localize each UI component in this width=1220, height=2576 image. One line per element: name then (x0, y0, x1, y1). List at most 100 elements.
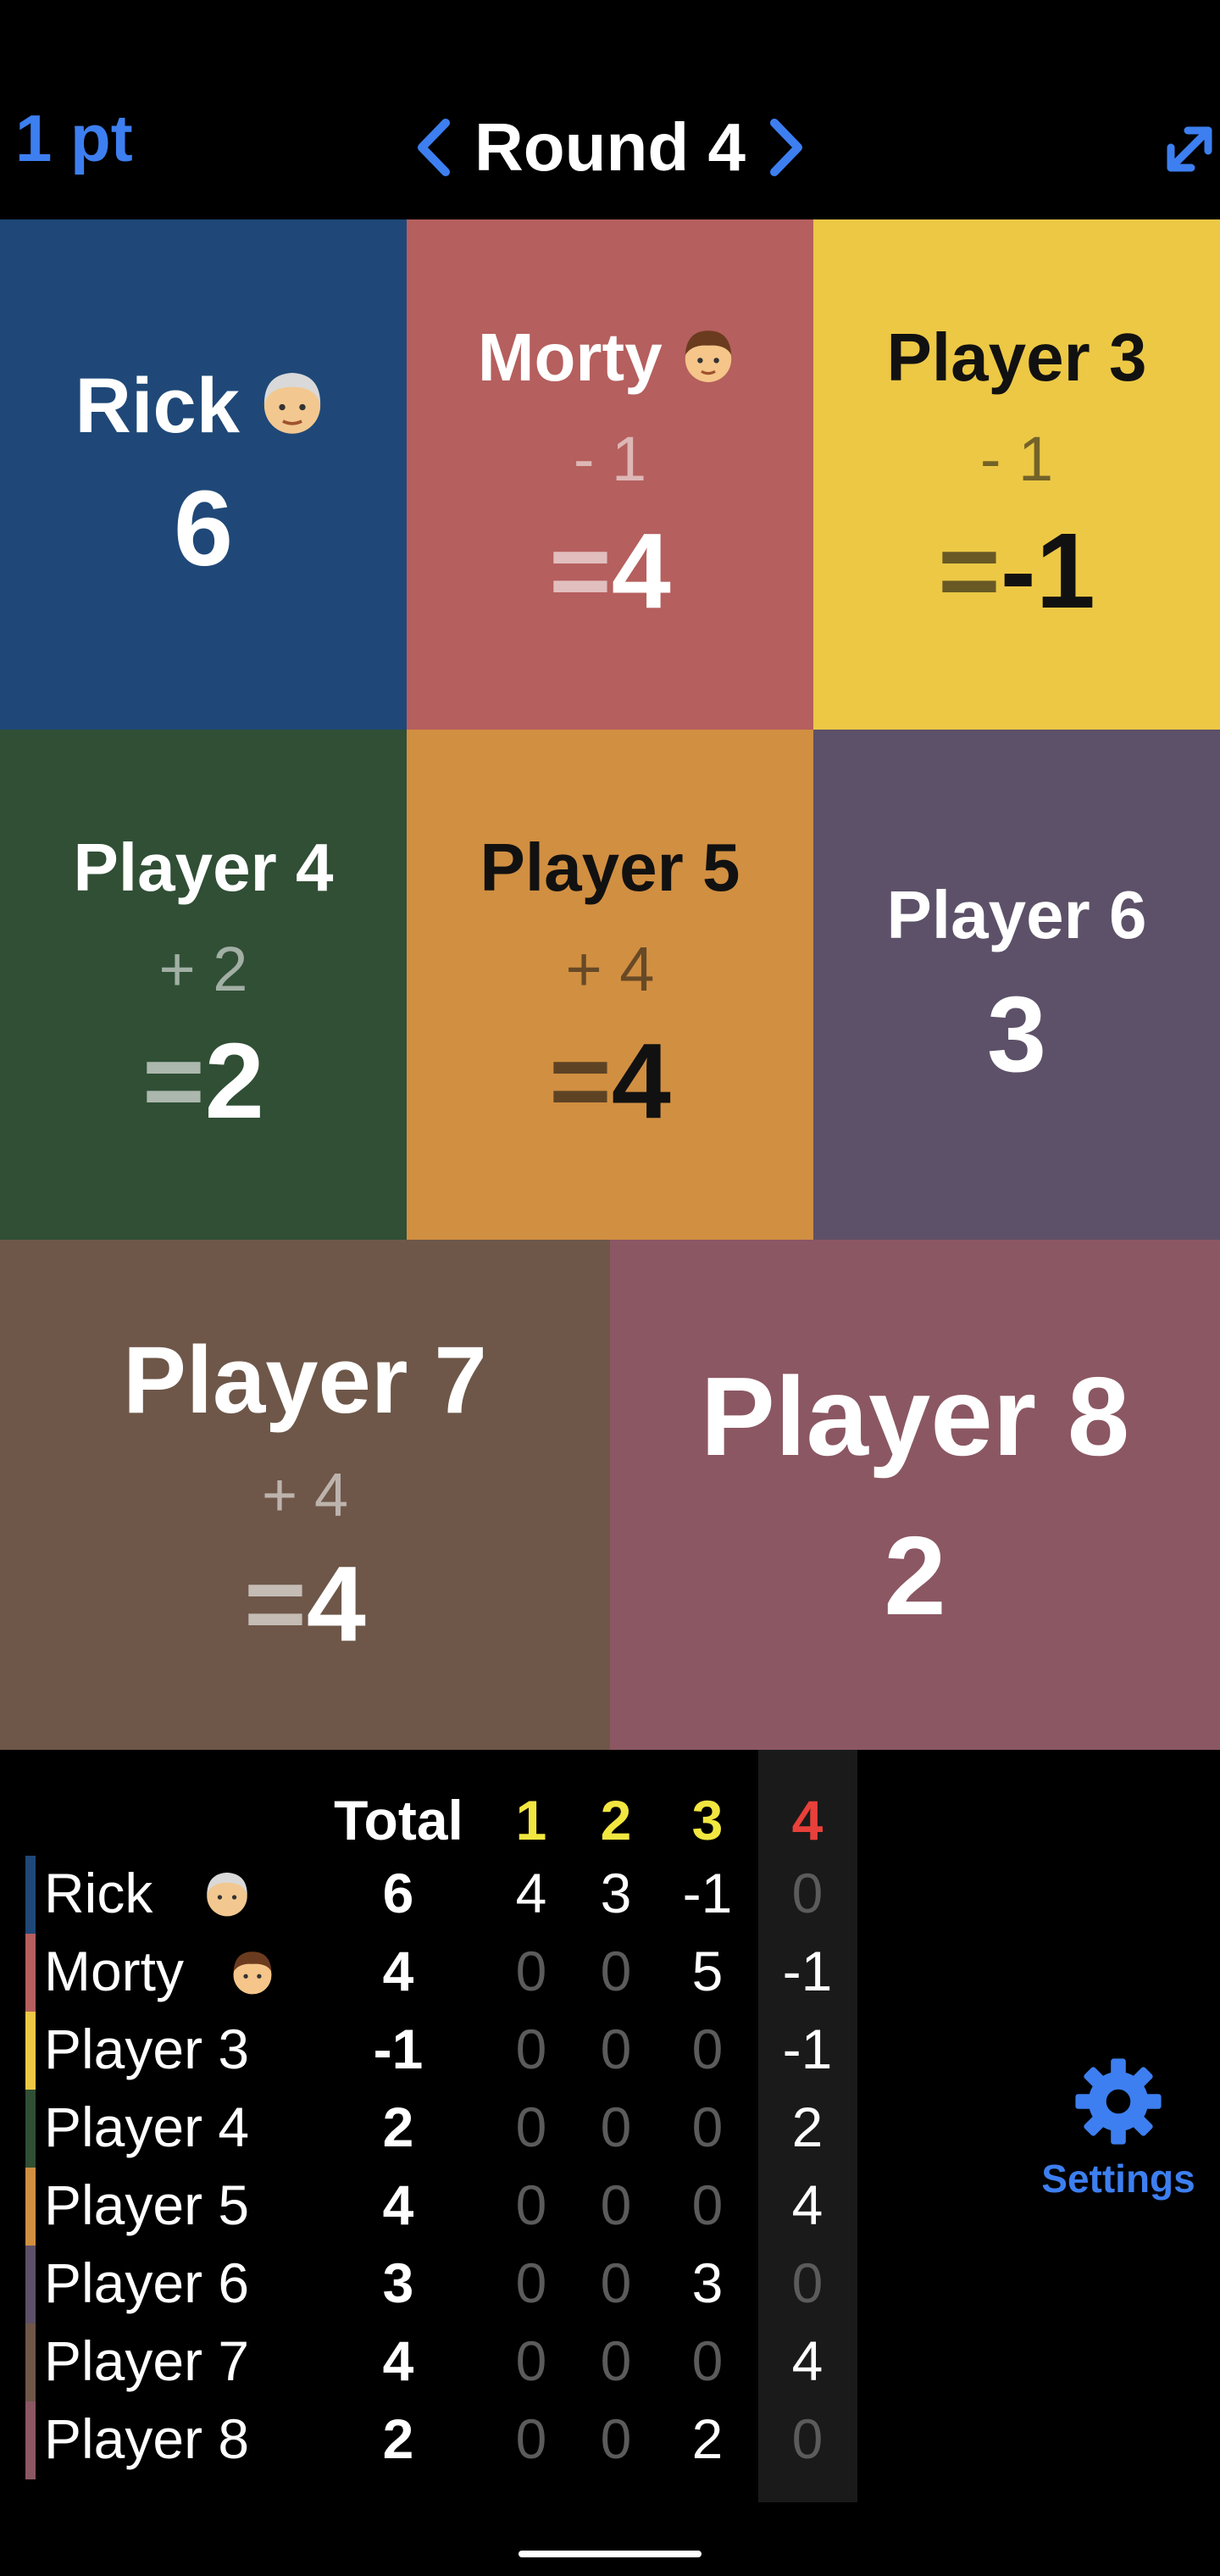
table-round-cell: -1 (782, 2018, 833, 2080)
table-round-cell: 5 (691, 1940, 724, 2002)
table-total-cell: 2 (382, 2407, 414, 2470)
table-round-cell: 0 (600, 2407, 632, 2470)
player-score: 3 (986, 974, 1047, 1094)
boy-emoji-icon (685, 330, 732, 382)
player-tile-player-8[interactable]: Player 8 2 (610, 1240, 1220, 1750)
table-total-cell: 2 (382, 2096, 414, 2158)
table-total-cell: 4 (382, 1940, 414, 2002)
player-name: Morty (478, 319, 742, 397)
player-name: Player 8 (700, 1353, 1130, 1479)
table-round-cell: -1 (782, 1940, 833, 2002)
round-delta: + 2 (158, 934, 248, 1005)
player-color-bar (25, 2168, 36, 2246)
player-name: Rick (75, 362, 332, 452)
table-round-cell: 0 (691, 2096, 724, 2158)
table-round-cell: 4 (515, 1862, 547, 1924)
player-score: =4 (244, 1544, 366, 1664)
table-row: Player 540004 (0, 2168, 864, 2246)
player-color-bar (25, 2323, 36, 2401)
table-round-cell: 0 (600, 2096, 632, 2158)
table-round-cell: 0 (691, 2018, 724, 2080)
table-round-cell: 0 (791, 2251, 824, 2314)
player-tile-player-5[interactable]: Player 5 + 4 =4 (407, 730, 813, 1240)
table-round-cell: -1 (682, 1862, 733, 1924)
settings-label: Settings (1041, 2157, 1195, 2201)
table-round-cell: 0 (600, 2018, 632, 2080)
gear-icon (1075, 2058, 1162, 2145)
table-total-cell: -1 (373, 2018, 424, 2080)
table-round-cell: 0 (515, 2174, 547, 2236)
table-total-cell: 4 (382, 2174, 414, 2236)
header-round-4: 4 (791, 1789, 824, 1852)
table-round-cell: 4 (791, 2329, 824, 2392)
table-round-cell: 2 (691, 2407, 724, 2470)
table-round-cell: 0 (515, 2407, 547, 2470)
table-round-cell: 0 (600, 2251, 632, 2314)
player-color-bar (25, 2090, 36, 2168)
table-round-cell: 0 (515, 1940, 547, 2002)
player-color-bar (25, 2012, 36, 2090)
round-delta: - 1 (573, 424, 647, 495)
boy-emoji-icon (233, 1951, 272, 1995)
player-tile-morty[interactable]: Morty - 1 =4 (407, 219, 813, 730)
table-round-cell: 0 (600, 2329, 632, 2392)
player-score: 6 (173, 468, 234, 588)
table-round-cell: 0 (691, 2174, 724, 2236)
settings-button[interactable]: Settings (1038, 2055, 1199, 2207)
player-name: Player 3 (886, 319, 1147, 396)
table-player-name: Morty (44, 1940, 184, 2002)
chevron-right-icon[interactable] (761, 109, 812, 186)
table-total-cell: 3 (382, 2251, 414, 2314)
round-delta: + 4 (261, 1461, 349, 1530)
table-player-name: Player 7 (44, 2329, 250, 2392)
table-round-cell: 0 (600, 1940, 632, 2002)
table-row: Morty 4 0 0 5 -1 (0, 1934, 864, 2012)
table-row: Rick 6 4 3 -1 0 (0, 1856, 864, 1934)
player-color-bar (25, 1934, 36, 2012)
expand-icon[interactable] (1159, 119, 1220, 180)
header-round-2: 2 (600, 1789, 632, 1852)
old-man-emoji-icon (264, 372, 321, 434)
old-man-emoji-icon (207, 1872, 247, 1917)
player-color-bar (25, 1856, 36, 1934)
table-round-cell: 3 (691, 2251, 724, 2314)
player-score: =4 (549, 511, 671, 631)
table-row: Player 3 -1 0 0 0 -1 (0, 2012, 864, 2090)
player-tile-player-6[interactable]: Player 6 3 (813, 730, 1220, 1240)
home-indicator[interactable] (518, 2551, 702, 2557)
player-tile-player-7[interactable]: Player 7 + 4 =4 (0, 1240, 610, 1750)
player-color-bar (25, 2401, 36, 2479)
header-round-3: 3 (691, 1789, 724, 1852)
player-color-bar (25, 2246, 36, 2323)
table-row: Player 420002 (0, 2090, 864, 2168)
table-round-cell: 0 (515, 2329, 547, 2392)
player-score: =2 (142, 1021, 264, 1141)
table-player-name: Player 4 (44, 2096, 250, 2158)
table-player-name: Player 5 (44, 2174, 250, 2236)
player-score: =4 (549, 1021, 671, 1141)
table-round-cell: 0 (515, 2018, 547, 2080)
player-tile-rick[interactable]: Rick 6 (0, 219, 407, 730)
table-round-cell: 0 (691, 2329, 724, 2392)
table-round-cell: 0 (791, 1862, 824, 1924)
table-total-cell: 4 (382, 2329, 414, 2392)
table-player-name: Player 6 (44, 2251, 250, 2314)
table-round-cell: 3 (600, 1862, 632, 1924)
table-row: Player 630030 (0, 2246, 864, 2323)
table-player-name: Player 3 (44, 2018, 250, 2080)
round-navigation: Round 4 (0, 108, 1220, 186)
chevron-left-icon[interactable] (408, 109, 459, 186)
round-title: Round 4 (474, 109, 746, 185)
table-round-cell: 0 (515, 2096, 547, 2158)
player-tile-player-4[interactable]: Player 4 + 2 =2 (0, 730, 407, 1240)
table-row: Player 740004 (0, 2323, 864, 2401)
table-total-cell: 6 (382, 1862, 414, 1924)
table-round-cell: 4 (791, 2174, 824, 2236)
table-player-name: Rick (44, 1862, 153, 1924)
player-name: Player 5 (480, 830, 740, 906)
player-score: =-1 (938, 511, 1095, 631)
player-name: Player 7 (123, 1327, 487, 1434)
table-round-cell: 0 (515, 2251, 547, 2314)
player-name: Player 6 (886, 876, 1147, 952)
player-tile-player-3[interactable]: Player 3 - 1 =-1 (813, 219, 1220, 730)
